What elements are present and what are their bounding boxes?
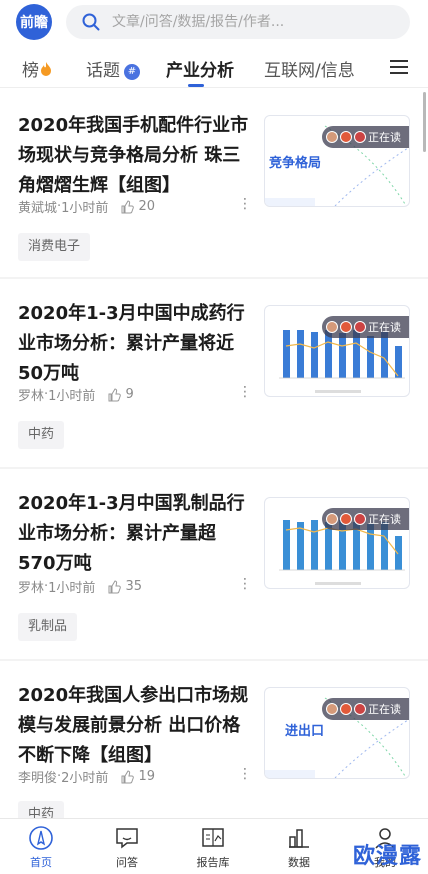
- tab-label: 话题: [86, 61, 120, 81]
- article-meta: 黄斌城 · 1小时前 20: [18, 199, 155, 216]
- article-time: 1小时前: [48, 581, 96, 596]
- reading-label: 正在读: [368, 703, 401, 716]
- article-author: 黄斌城: [18, 201, 58, 216]
- category-tabs: 榜 话题 # 产业分析 互联网/信息: [0, 48, 428, 88]
- like-count: 19: [138, 769, 155, 784]
- nav-label: 问答: [116, 856, 138, 869]
- active-tab-indicator: [188, 84, 204, 87]
- tab-internet-info[interactable]: 互联网/信息: [264, 56, 355, 81]
- article-title[interactable]: 2020年我国手机配件行业市场现状与竞争格局分析 珠三角熠熠生辉【组图】: [18, 111, 250, 201]
- article-tag[interactable]: 消费电子: [18, 233, 91, 261]
- thumbs-up-icon: [108, 387, 122, 401]
- nav-label: 首页: [30, 856, 52, 869]
- reading-label: 正在读: [368, 513, 401, 526]
- article-time: 2小时前: [61, 771, 109, 786]
- article-thumbnail[interactable]: 进出口 正在读: [264, 687, 410, 779]
- article-card[interactable]: 2020年我国手机配件行业市场现状与竞争格局分析 珠三角熠熠生辉【组图】 黄斌城…: [0, 89, 428, 277]
- nav-data[interactable]: 数据: [264, 825, 334, 870]
- more-options-icon[interactable]: ⋮: [238, 767, 252, 781]
- top-bar: 前瞻: [0, 0, 428, 44]
- avatar: [326, 321, 338, 333]
- reading-indicator: 正在读: [322, 316, 409, 338]
- watermark-text: 欧漫露: [352, 844, 422, 869]
- like-count: 9: [125, 387, 134, 402]
- avatar: [354, 703, 366, 715]
- article-time: 1小时前: [48, 389, 96, 404]
- article-meta: 李明俊 · 2小时前 19: [18, 769, 155, 786]
- thumbs-up-icon: [108, 579, 122, 593]
- article-tag[interactable]: 中药: [18, 421, 65, 449]
- more-options-icon[interactable]: ⋮: [238, 577, 252, 591]
- like-button[interactable]: 9: [107, 387, 134, 402]
- search-icon: [82, 13, 100, 31]
- reading-indicator: 正在读: [322, 126, 409, 148]
- reading-indicator: 正在读: [322, 508, 409, 530]
- tab-label: 榜: [22, 61, 39, 81]
- tab-label: 互联网/信息: [264, 61, 355, 81]
- article-title[interactable]: 2020年1-3月中国乳制品行业市场分析：累计产量超570万吨: [18, 489, 250, 579]
- reading-label: 正在读: [368, 321, 401, 334]
- article-card[interactable]: 2020年我国人参出口市场规模与发展前景分析 出口价格不断下降【组图】 李明俊 ·…: [0, 661, 428, 818]
- bar-chart-icon: [289, 829, 309, 848]
- article-title[interactable]: 2020年我国人参出口市场规模与发展前景分析 出口价格不断下降【组图】: [18, 681, 250, 771]
- tab-industry-analysis[interactable]: 产业分析: [166, 56, 234, 81]
- article-thumbnail[interactable]: 正在读: [264, 497, 410, 589]
- article-card[interactable]: 2020年1-3月中国中成药行业市场分析：累计产量将近50万吨 罗林 · 1小时前 …: [0, 279, 428, 467]
- avatar: [340, 513, 352, 525]
- like-button[interactable]: 35: [107, 579, 142, 594]
- avatar: [354, 131, 366, 143]
- hashtag-icon: #: [124, 64, 140, 80]
- article-time: 1小时前: [61, 201, 109, 216]
- article-author: 罗林: [18, 389, 45, 404]
- nav-reports[interactable]: 报告库: [178, 825, 248, 870]
- search-box[interactable]: [66, 5, 410, 39]
- like-button[interactable]: 19: [120, 769, 155, 784]
- report-icon: [202, 828, 224, 847]
- nav-label: 报告库: [196, 856, 230, 869]
- article-meta: 罗林 · 1小时前 9: [18, 387, 134, 404]
- avatar: [326, 131, 338, 143]
- flame-icon: [41, 62, 51, 76]
- app-logo[interactable]: 前瞻: [16, 4, 52, 40]
- article-thumbnail[interactable]: 正在读: [264, 305, 410, 397]
- reading-label: 正在读: [368, 131, 401, 144]
- thumbs-up-icon: [121, 199, 135, 213]
- scrollbar[interactable]: [423, 92, 426, 152]
- search-input[interactable]: [112, 14, 382, 30]
- article-meta: 罗林 · 1小时前 35: [18, 579, 142, 596]
- more-options-icon[interactable]: ⋮: [238, 197, 252, 211]
- thumbnail-caption: 竞争格局: [269, 156, 322, 171]
- tab-topics[interactable]: 话题 #: [86, 56, 140, 81]
- more-options-icon[interactable]: ⋮: [238, 385, 252, 399]
- reading-indicator: 正在读: [322, 698, 409, 720]
- like-count: 35: [125, 579, 142, 594]
- article-author: 李明俊: [18, 771, 58, 786]
- menu-icon[interactable]: [390, 60, 408, 74]
- avatar: [340, 131, 352, 143]
- avatar: [340, 703, 352, 715]
- article-tag[interactable]: 中药: [18, 801, 65, 818]
- avatar: [354, 513, 366, 525]
- article-tag[interactable]: 乳制品: [18, 613, 78, 641]
- tab-ranking[interactable]: 榜: [22, 56, 53, 81]
- avatar: [326, 703, 338, 715]
- article-title[interactable]: 2020年1-3月中国中成药行业市场分析：累计产量将近50万吨: [18, 299, 250, 389]
- like-button[interactable]: 20: [120, 199, 155, 214]
- thumbs-up-icon: [121, 769, 135, 783]
- article-thumbnail[interactable]: 竞争格局 正在读: [264, 115, 410, 207]
- avatar: [340, 321, 352, 333]
- nav-qa[interactable]: 问答: [92, 825, 162, 870]
- like-count: 20: [138, 199, 155, 214]
- article-feed[interactable]: 2020年我国手机配件行业市场现状与竞争格局分析 珠三角熠熠生辉【组图】 黄斌城…: [0, 89, 428, 818]
- article-card[interactable]: 2020年1-3月中国乳制品行业市场分析：累计产量超570万吨 罗林 · 1小时前 …: [0, 469, 428, 659]
- tab-label: 产业分析: [166, 61, 234, 81]
- article-author: 罗林: [18, 581, 45, 596]
- avatar: [326, 513, 338, 525]
- chat-icon: [116, 828, 138, 849]
- nav-label: 数据: [288, 856, 310, 869]
- thumbnail-caption: 进出口: [285, 724, 325, 739]
- nav-home[interactable]: 首页: [6, 825, 76, 870]
- avatar: [354, 321, 366, 333]
- home-compass-icon: [29, 826, 53, 850]
